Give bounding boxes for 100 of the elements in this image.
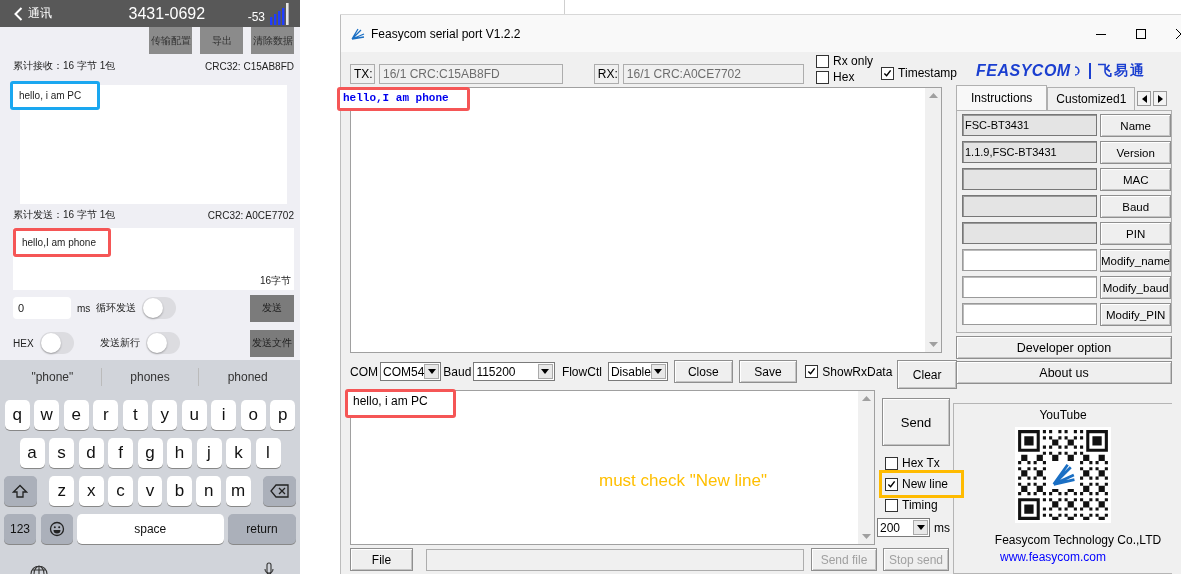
command-button[interactable]: Version (1100, 141, 1171, 164)
toggle-label: HEX (13, 337, 34, 349)
command-field[interactable] (962, 249, 1097, 271)
checkbox[interactable]: ShowRxData (805, 364, 893, 379)
keyboard-key[interactable]: g (137, 438, 163, 468)
keyboard-key[interactable]: h (167, 438, 192, 468)
tab[interactable]: Instructions (956, 85, 1048, 110)
maximize-icon[interactable] (1135, 27, 1147, 40)
send-file-button[interactable]: 发送文件 (250, 329, 294, 357)
command-field[interactable] (962, 276, 1098, 298)
keyboard-key[interactable]: v (137, 476, 163, 506)
keyboard-key[interactable]: y (152, 400, 178, 430)
keyboard-key[interactable]: x (78, 476, 104, 506)
tab[interactable]: Customized1 (1047, 87, 1136, 110)
suggestion[interactable]: phones (101, 370, 199, 384)
command-button[interactable]: MAC (1100, 168, 1171, 191)
keyboard-key[interactable]: j (196, 438, 222, 468)
keyboard-key[interactable]: z (49, 476, 75, 506)
checkbox[interactable]: Hex (816, 70, 874, 84)
checkbox[interactable]: Hex Tx (885, 456, 950, 470)
about-button[interactable]: About us (956, 361, 1172, 384)
byte-count: 16字节 (259, 274, 292, 288)
keyboard-key[interactable]: p (270, 400, 296, 430)
back-button[interactable]: 通讯 (14, 5, 52, 22)
scroll-down-icon[interactable] (928, 342, 938, 347)
space-key[interactable]: space (77, 514, 224, 544)
keyboard-key[interactable]: k (226, 438, 251, 468)
scroll-up-icon[interactable] (928, 93, 938, 98)
command-button[interactable]: Modify_PIN (1100, 303, 1171, 326)
toolbar-button[interactable]: Save (738, 360, 798, 383)
command-field[interactable] (962, 222, 1098, 244)
checkbox[interactable]: Timestamp (881, 66, 957, 80)
toolbar-button[interactable]: Close (673, 360, 733, 383)
send-input-field[interactable]: hello,I am phone 16字节 (13, 228, 294, 290)
globe-icon[interactable] (30, 564, 48, 574)
keyboard-key[interactable]: c (108, 476, 134, 506)
interval-field[interactable]: 0 (13, 297, 71, 319)
period-select[interactable]: 200 (877, 518, 930, 537)
received-message-text: hello,I am phone (337, 87, 470, 111)
keyboard-key[interactable]: u (181, 400, 207, 430)
action-button[interactable]: 导出 (200, 27, 243, 54)
scroll-right-icon[interactable] (1153, 91, 1168, 106)
command-button[interactable]: Modify_name (1099, 249, 1171, 272)
action-button[interactable]: 传输配置 (149, 27, 192, 54)
keyboard-key[interactable]: o (240, 400, 266, 430)
keyboard-key[interactable]: w (34, 400, 60, 430)
keyboard-key[interactable]: t (122, 400, 148, 430)
developer-option-button[interactable]: Developer option (956, 336, 1172, 359)
scrollbar[interactable] (858, 391, 874, 544)
file-button[interactable]: File (350, 548, 413, 571)
command-button[interactable]: Baud (1100, 195, 1171, 218)
scroll-down-icon[interactable] (861, 534, 871, 539)
checkbox[interactable]: New line (879, 470, 964, 498)
toggle-switch[interactable] (142, 297, 177, 319)
backspace-icon (269, 484, 290, 498)
file-path-field[interactable] (426, 548, 804, 571)
keyboard-key[interactable]: q (4, 400, 30, 430)
action-button[interactable]: 清除数据 (251, 27, 294, 54)
numbers-key[interactable]: 123 (4, 514, 36, 544)
toggle-switch[interactable] (145, 332, 180, 354)
send-button[interactable]: 发送 (250, 294, 294, 322)
command-field[interactable] (962, 303, 1098, 325)
keyboard-key[interactable]: f (108, 438, 133, 468)
keyboard-key[interactable]: s (49, 438, 74, 468)
keyboard-key[interactable]: r (93, 400, 119, 430)
command-button[interactable]: Modify_baud (1100, 276, 1171, 299)
command-field[interactable] (962, 168, 1098, 190)
command-button[interactable]: Name (1100, 114, 1171, 137)
keyboard-key[interactable]: i (211, 400, 237, 430)
flow-control-select[interactable]: Disable (607, 362, 668, 381)
command-button[interactable]: PIN (1100, 222, 1171, 245)
command-field[interactable]: 1.1.9,FSC-BT3431 (962, 141, 1098, 163)
baud-select[interactable]: 115200 (473, 362, 555, 381)
microphone-icon[interactable] (264, 562, 274, 574)
suggestion[interactable]: phoned (199, 370, 296, 384)
keyboard-key[interactable]: e (63, 400, 89, 430)
keyboard-key[interactable]: b (166, 476, 192, 506)
send-button[interactable]: Send (882, 398, 950, 446)
suggestion[interactable]: "phone" (4, 370, 101, 384)
scroll-up-icon[interactable] (861, 396, 871, 401)
emoji-key[interactable] (40, 514, 73, 544)
checkbox[interactable]: Timing (885, 498, 950, 512)
clear-button[interactable]: Clear (897, 360, 957, 389)
keyboard-key[interactable]: l (255, 438, 281, 468)
command-field[interactable] (962, 195, 1098, 217)
return-key[interactable]: return (228, 514, 296, 544)
checkbox[interactable]: Rx only (816, 54, 874, 68)
keyboard-key[interactable]: m (225, 476, 251, 506)
shift-key[interactable] (4, 476, 37, 506)
send-stats: 累计发送：16 字节 1包 (13, 208, 116, 222)
keyboard-key[interactable]: d (78, 438, 104, 468)
scroll-left-icon[interactable] (1137, 91, 1152, 106)
toggle-switch[interactable] (39, 332, 74, 354)
website-link[interactable]: www.feasycom.com (1000, 550, 1126, 564)
keyboard-key[interactable]: a (19, 438, 45, 468)
backspace-key[interactable] (263, 476, 296, 506)
com-port-select[interactable]: COM54 (380, 362, 442, 381)
keyboard-key[interactable]: n (196, 476, 222, 506)
command-field[interactable]: FSC-BT3431 (962, 114, 1098, 136)
scrollbar[interactable] (925, 88, 941, 352)
